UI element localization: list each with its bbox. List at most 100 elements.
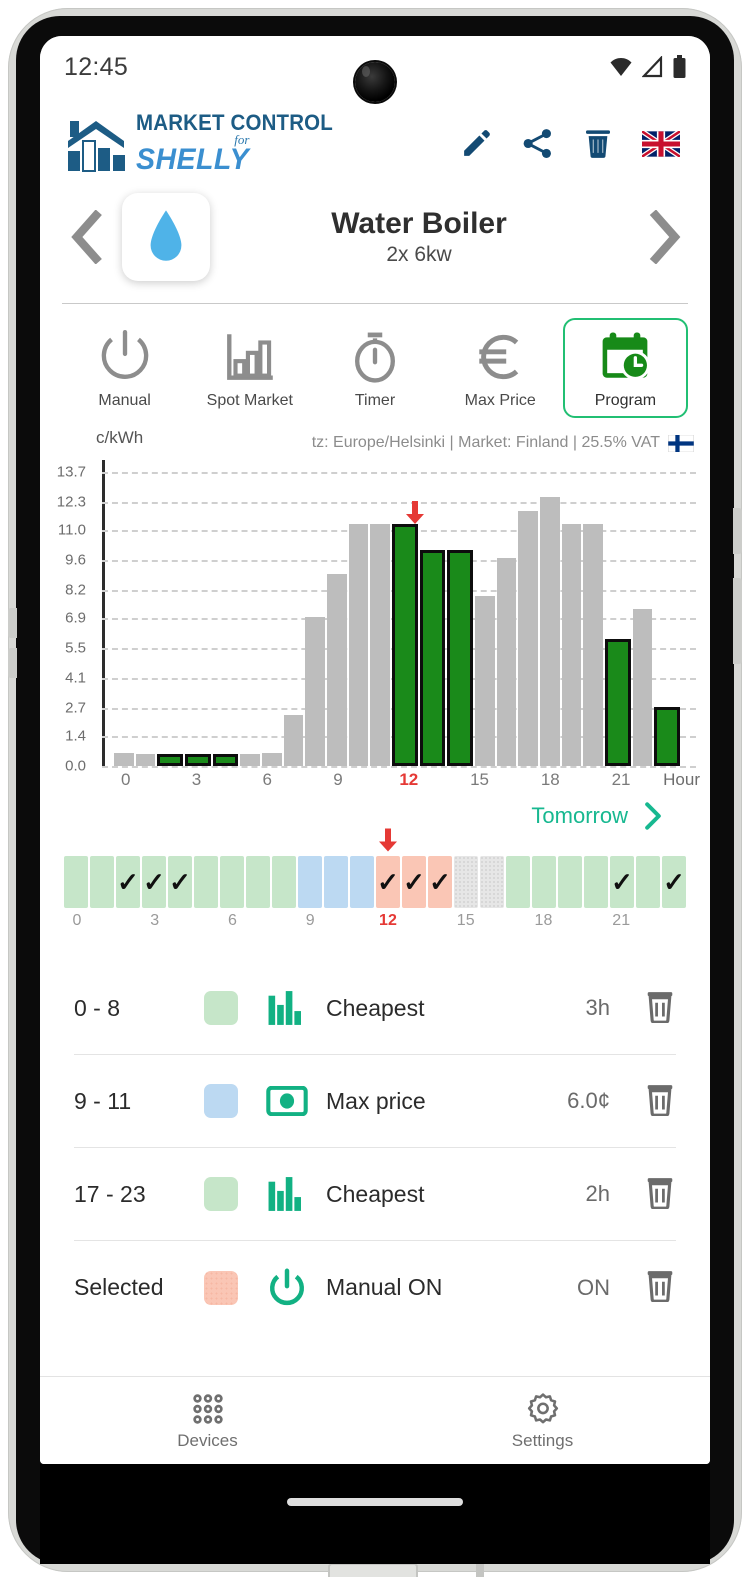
hour-strip-cell[interactable]: [220, 856, 244, 908]
program-color-swatch[interactable]: [204, 1270, 238, 1305]
program-color-swatch[interactable]: [204, 991, 238, 1025]
hour-strip-cell[interactable]: [506, 856, 530, 908]
program-row[interactable]: 0 - 8 Cheapest 3h: [74, 962, 676, 1055]
mode-label-manual: Manual: [98, 392, 151, 409]
hour-strip-cell[interactable]: ✓: [662, 856, 686, 908]
hour-strip-cell[interactable]: [454, 856, 478, 908]
power-button[interactable]: [733, 508, 742, 554]
chart-bar[interactable]: [540, 496, 560, 766]
hour-strip-cell[interactable]: ✓: [142, 856, 166, 908]
delete-icon[interactable]: [582, 127, 614, 160]
hour-strip-cell[interactable]: [194, 856, 218, 908]
chart-bar[interactable]: [348, 523, 369, 766]
mode-label-maxprice: Max Price: [464, 392, 536, 409]
hour-strip[interactable]: ✓ ✓ ✓ ✓ ✓ ✓ ✓ ✓: [64, 828, 686, 908]
hour-strip-cell[interactable]: ✓: [610, 856, 634, 908]
chart-bar[interactable]: [240, 754, 261, 766]
chart-bar[interactable]: [583, 523, 604, 766]
program-delete-button[interactable]: [644, 1082, 676, 1121]
delete-icon: [647, 1177, 673, 1210]
mode-item-timer[interactable]: Timer: [312, 318, 437, 418]
chart-bar[interactable]: [327, 573, 347, 766]
program-row[interactable]: Selected Manual ON ON: [74, 1241, 676, 1334]
check-icon: ✓: [403, 867, 425, 897]
hour-strip-cell[interactable]: ✓: [428, 856, 452, 908]
chart-bar[interactable]: [283, 714, 304, 766]
chart-bar[interactable]: [419, 550, 446, 766]
tomorrow-button[interactable]: Tomorrow: [40, 796, 710, 830]
hour-strip-cell[interactable]: [272, 856, 296, 908]
chart-bar[interactable]: [305, 616, 326, 766]
device-icon-card[interactable]: [122, 193, 210, 281]
chart-bar[interactable]: [561, 523, 582, 766]
hour-strip-section: ✓ ✓ ✓ ✓ ✓ ✓ ✓ ✓ 0 3 6 9 12 15 18 21: [64, 828, 686, 936]
tomorrow-label: Tomorrow: [531, 803, 628, 828]
phone-bottom-stand: [328, 1563, 418, 1577]
gesture-home-bar[interactable]: [287, 1498, 463, 1506]
mode-item-program[interactable]: Program: [562, 318, 689, 418]
chart-bar[interactable]: [370, 523, 391, 766]
hour-strip-cell[interactable]: [64, 856, 88, 908]
chart-unit-label: c/kWh: [96, 428, 144, 447]
edit-icon[interactable]: [460, 127, 493, 160]
chart-bar[interactable]: [632, 609, 653, 766]
nav-item-devices[interactable]: Devices: [40, 1377, 375, 1464]
hour-strip-cell[interactable]: [324, 856, 348, 908]
hour-strip-cell[interactable]: [558, 856, 582, 908]
delete-icon: [647, 1084, 673, 1117]
program-type-icon: [264, 1086, 310, 1116]
program-delete-button[interactable]: [644, 989, 676, 1028]
stopwatch-icon: [355, 332, 395, 383]
program-color-swatch[interactable]: [204, 1084, 238, 1118]
language-flag-icon[interactable]: [642, 130, 680, 157]
volume-down-button[interactable]: [8, 648, 17, 678]
hour-strip-cell[interactable]: ✓: [116, 856, 140, 908]
volume-up-button[interactable]: [8, 608, 17, 638]
chart-bar[interactable]: [475, 596, 495, 766]
program-row[interactable]: 9 - 11 Max price 6.0¢: [74, 1055, 676, 1148]
chart-bar[interactable]: [496, 557, 517, 766]
next-device-button[interactable]: [638, 210, 690, 264]
device-name: Water Boiler: [331, 207, 507, 240]
chart-bar[interactable]: [114, 753, 134, 766]
hour-strip-cell[interactable]: [246, 856, 270, 908]
status-icons: [609, 55, 686, 79]
hour-strip-cell[interactable]: [532, 856, 556, 908]
chart-y-tick: 2.7: [65, 699, 86, 717]
chart-bar[interactable]: [262, 753, 282, 766]
chart-bar[interactable]: [185, 754, 211, 766]
water-drop-icon: [150, 210, 182, 261]
chart-bar[interactable]: [212, 754, 239, 766]
nav-item-settings[interactable]: Settings: [375, 1377, 710, 1464]
hour-strip-cell[interactable]: [480, 856, 504, 908]
chart-y-tick: 11.0: [57, 521, 86, 539]
hour-strip-cell[interactable]: [350, 856, 374, 908]
previous-device-button[interactable]: [60, 210, 112, 264]
share-icon[interactable]: [521, 127, 554, 160]
hour-strip-cell[interactable]: ✓: [402, 856, 426, 908]
mode-item-manual[interactable]: Manual: [62, 318, 187, 418]
bar-chart-icon: [268, 991, 301, 1025]
hour-strip-cell[interactable]: [636, 856, 660, 908]
chart-bar[interactable]: [392, 500, 424, 766]
chart-bar[interactable]: [605, 639, 631, 766]
program-row[interactable]: 17 - 23 Cheapest 2h: [74, 1148, 676, 1241]
mode-item-maxprice[interactable]: Max Price: [438, 318, 563, 418]
hour-strip-cell[interactable]: [584, 856, 608, 908]
chart-bar[interactable]: [135, 754, 156, 766]
hour-strip-cell[interactable]: ✓: [376, 828, 400, 908]
mode-item-spotmarket[interactable]: Spot Market: [187, 318, 312, 418]
program-delete-button[interactable]: [644, 1268, 676, 1307]
hour-strip-cell[interactable]: ✓: [168, 856, 192, 908]
chart-bar[interactable]: [157, 754, 184, 766]
house-chart-logo-icon: [68, 120, 125, 172]
program-color-swatch[interactable]: [204, 1177, 238, 1211]
chart-bar[interactable]: [518, 510, 539, 766]
program-delete-button[interactable]: [644, 1175, 676, 1214]
hour-strip-cell[interactable]: [298, 856, 322, 908]
chart-meta: tz: Europe/Helsinki | Market: Finland | …: [312, 434, 694, 452]
chart-bar[interactable]: [654, 707, 681, 766]
hour-strip-cell[interactable]: [90, 856, 114, 908]
chart-x-tick: 6: [262, 770, 273, 789]
chart-bar[interactable]: [447, 550, 474, 766]
